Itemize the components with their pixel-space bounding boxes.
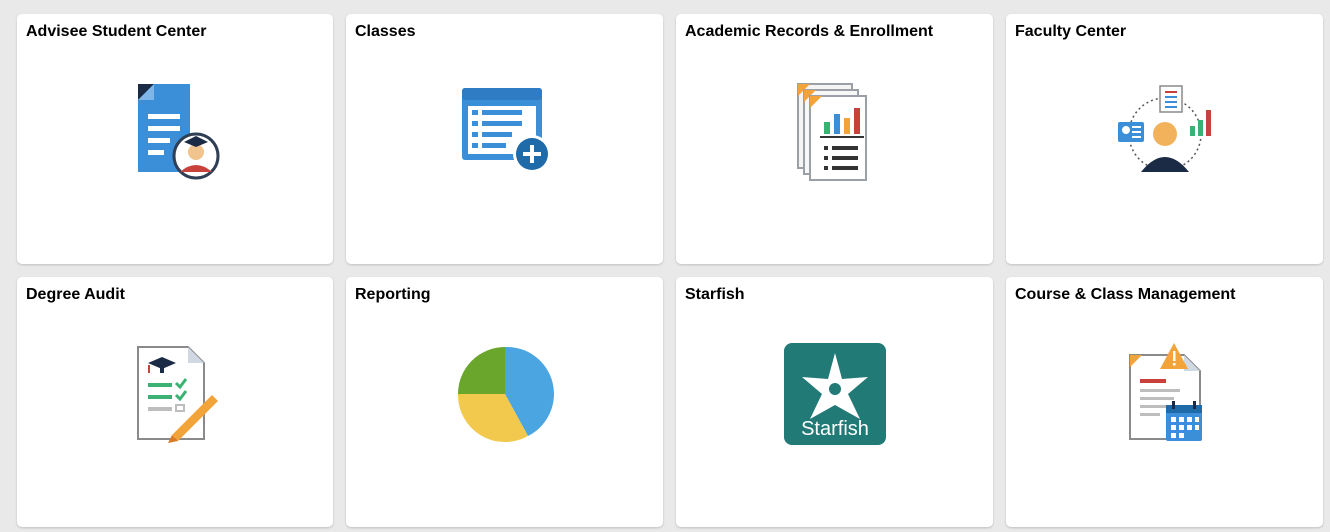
tile-starfish[interactable]: Starfish Starfish — [676, 277, 993, 527]
tile-grid: Advisee Student Center Classes Academic … — [17, 14, 1323, 527]
faculty-center-icon — [1110, 76, 1220, 186]
tile-title: Starfish — [685, 286, 745, 303]
tile-advisee-student-center[interactable]: Advisee Student Center — [17, 14, 333, 264]
advisee-student-center-icon — [120, 76, 230, 186]
starfish-logo-text: Starfish — [801, 418, 869, 440]
tile-title: Academic Records & Enrollment — [685, 23, 934, 40]
course-class-management-icon — [1110, 339, 1220, 449]
tile-reporting[interactable]: Reporting — [346, 277, 663, 527]
starfish-logo-icon: Starfish — [780, 339, 890, 449]
tile-academic-records-enrollment[interactable]: Academic Records & Enrollment — [676, 14, 993, 264]
reporting-pie-chart-icon — [450, 339, 560, 449]
tile-title: Degree Audit — [26, 286, 125, 303]
tile-title: Course & Class Management — [1015, 286, 1236, 303]
academic-records-icon — [780, 76, 890, 186]
degree-audit-icon — [120, 339, 230, 449]
tile-title: Reporting — [355, 286, 431, 303]
tile-title: Advisee Student Center — [26, 23, 207, 40]
tile-title: Faculty Center — [1015, 23, 1127, 40]
tile-degree-audit[interactable]: Degree Audit — [17, 277, 333, 527]
classes-icon — [450, 76, 560, 186]
tile-faculty-center[interactable]: Faculty Center — [1006, 14, 1323, 264]
tile-classes[interactable]: Classes — [346, 14, 663, 264]
tile-course-class-management[interactable]: Course & Class Management — [1006, 277, 1323, 527]
tile-title: Classes — [355, 23, 416, 40]
